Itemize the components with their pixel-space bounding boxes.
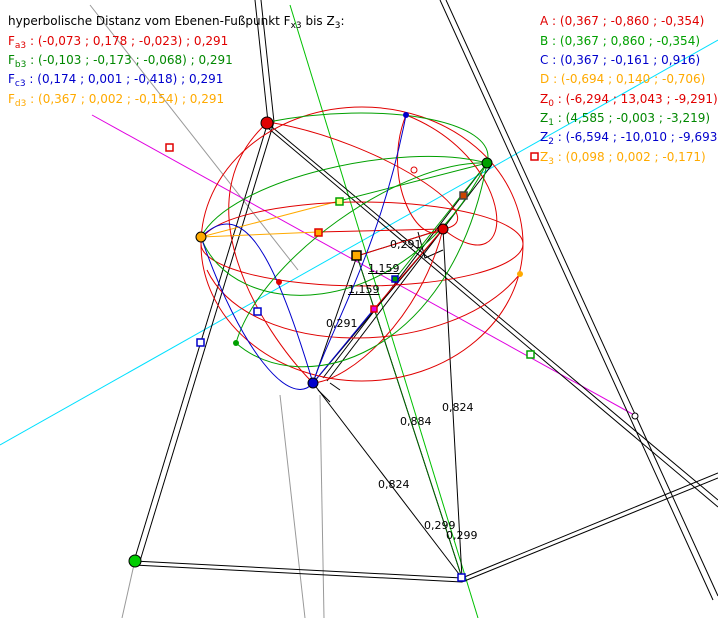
point-label-z1: Z1 : (4,585 ; -0,003 ; -3,219)	[540, 111, 711, 128]
thin-lines	[312, 228, 463, 579]
square-magenta-center[interactable]	[370, 305, 378, 313]
title-main: hyperbolische Distanz vom Ebenen-Fußpunk…	[8, 14, 291, 28]
square-red-mid[interactable]	[314, 228, 323, 237]
pt-name: D	[540, 72, 550, 86]
square-green-right[interactable]	[526, 350, 535, 359]
gray-line-3	[319, 394, 325, 618]
point-blue-small[interactable]	[403, 112, 409, 118]
square-orange-center[interactable]	[351, 250, 362, 261]
point-red-a[interactable]	[437, 223, 449, 235]
sphere-curves	[200, 106, 524, 390]
pt-name: Z	[540, 130, 549, 144]
pt-sub: 0	[548, 99, 554, 109]
gray-line-2	[279, 394, 306, 618]
pt-value: : (4,585 ; -0,003 ; -3,219)	[553, 111, 711, 125]
pt-name: Z	[540, 150, 549, 164]
point-label-z2: Z2 : (-6,594 ; -10,010 ; -9,693)	[540, 130, 718, 147]
dist-name: F	[8, 72, 15, 86]
point-label-c: C : (0,367 ; -0,161 ; 0,916)	[540, 53, 700, 69]
pt-value: : (0,367 ; -0,860 ; -0,354)	[548, 14, 705, 28]
pt-name: Z	[540, 92, 549, 106]
pt-value: : (0,367 ; 0,860 ; -0,354)	[548, 34, 701, 48]
square-blue-mid[interactable]	[253, 307, 262, 316]
dist-value: : (0,174 ; 0,001 ; -0,418) ; 0,291	[25, 72, 224, 86]
square-blue-bottom[interactable]	[457, 573, 466, 582]
point-label-z0: Z0 : (-6,294 ; 13,043 ; -9,291)	[540, 92, 718, 109]
distance-label-fd3: Fd3 : (0,367 ; 0,002 ; -0,154) ; 0,291	[8, 92, 225, 109]
point-blue-c[interactable]	[307, 377, 319, 389]
point-red-small[interactable]	[276, 279, 282, 285]
point-label-z3: Z3 : (0,098 ; 0,002 ; -0,171)	[540, 150, 706, 167]
dist-value: : (-0,103 ; -0,173 ; -0,068) ; 0,291	[26, 53, 233, 67]
square-blue-left[interactable]	[196, 338, 205, 347]
pt-name: Z	[540, 111, 549, 125]
dist-sub: b3	[14, 60, 27, 70]
square-markers[interactable]	[165, 143, 539, 582]
distance-label-fa3: Fa3 : (-0,073 ; 0,178 ; -0,023) ; 0,291	[8, 34, 229, 51]
measure-label-2: 1,159	[368, 262, 400, 275]
pt-value: : (0,367 ; -0,161 ; 0,916)	[548, 53, 701, 67]
pt-value: : (-6,594 ; -10,010 ; -9,693)	[553, 130, 718, 144]
title-tail: bis Z	[301, 14, 335, 28]
geometry-canvas-area[interactable]: hyperbolische Distanz vom Ebenen-Fußpunk…	[0, 0, 718, 618]
measure-label-6: 0,824	[442, 401, 474, 414]
pt-sub: 3	[548, 157, 554, 167]
distance-label-fc3: Fc3 : (0,174 ; 0,001 ; -0,418) ; 0,291	[8, 72, 224, 89]
point-red-top[interactable]	[260, 116, 274, 130]
square-red-left[interactable]	[165, 143, 174, 152]
square-red-right[interactable]	[530, 152, 539, 161]
square-green-mid[interactable]	[335, 197, 344, 206]
measure-label-9: 0,299	[446, 529, 478, 542]
measure-label-3: 1,159	[348, 283, 380, 296]
measure-label-5: 0,884	[400, 415, 432, 428]
title-sub: x3	[290, 21, 302, 31]
point-green-bottom[interactable]	[128, 554, 142, 568]
point-orange-d[interactable]	[195, 231, 207, 243]
gray-line-4	[121, 559, 136, 618]
point-green-small[interactable]	[233, 340, 239, 346]
dist-sub: d3	[14, 99, 27, 109]
dist-name: F	[8, 53, 15, 67]
dist-name: F	[8, 92, 15, 106]
point-label-a: A : (0,367 ; -0,860 ; -0,354)	[540, 14, 704, 30]
pt-sub: 2	[548, 137, 554, 147]
square-brown[interactable]	[459, 191, 468, 200]
pt-value: : (-6,294 ; 13,043 ; -9,291)	[553, 92, 718, 106]
points[interactable]	[128, 112, 639, 568]
dist-name: F	[8, 34, 15, 48]
pt-name: A	[540, 14, 549, 28]
caption-title: hyperbolische Distanz vom Ebenen-Fußpunk…	[8, 14, 345, 31]
measure-label-7: 0,824	[378, 478, 410, 491]
pt-value: : (0,098 ; 0,002 ; -0,171)	[553, 150, 706, 164]
square-green-center[interactable]	[391, 275, 399, 283]
point-white-end[interactable]	[631, 412, 639, 420]
dist-value: : (-0,073 ; 0,178 ; -0,023) ; 0,291	[26, 34, 229, 48]
pt-name: B	[540, 34, 549, 48]
point-label-d: D : (-0,694 ; 0,140 ; -0,706)	[540, 72, 705, 88]
pt-value: : (-0,694 ; 0,140 ; -0,706)	[549, 72, 706, 86]
point-label-b: B : (0,367 ; 0,860 ; -0,354)	[540, 34, 700, 50]
dist-sub: c3	[14, 79, 26, 89]
distance-label-fb3: Fb3 : (-0,103 ; -0,173 ; -0,068) ; 0,291	[8, 53, 233, 70]
point-orange-small[interactable]	[517, 271, 523, 277]
dist-sub: a3	[14, 41, 27, 51]
point-green-b[interactable]	[481, 157, 493, 169]
measure-label-1: 0,291	[390, 238, 422, 251]
measure-label-4: 0,291	[326, 317, 358, 330]
pt-sub: 1	[548, 118, 554, 128]
title-sub2: 3	[334, 21, 341, 31]
title-end: :	[340, 14, 345, 28]
dist-value: : (0,367 ; 0,002 ; -0,154) ; 0,291	[26, 92, 225, 106]
